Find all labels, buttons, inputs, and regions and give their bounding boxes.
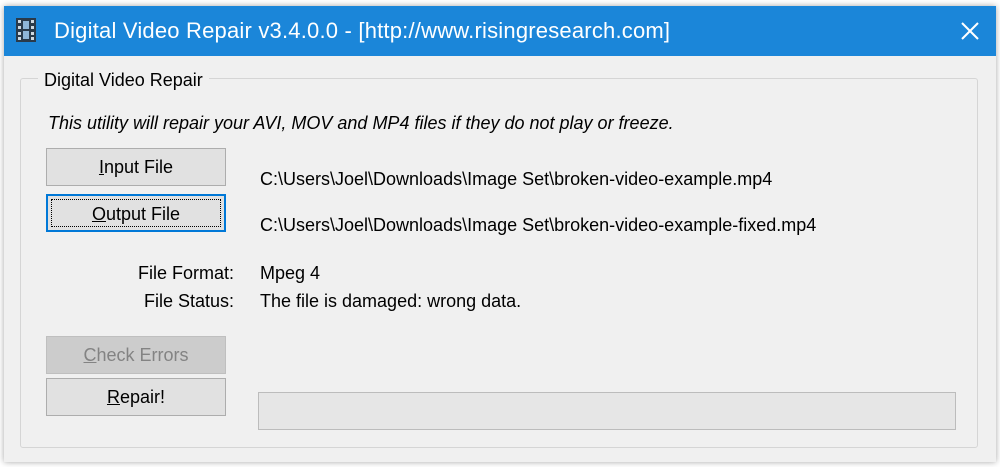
close-button[interactable] [944,6,996,56]
input-file-path: C:\Users\Joel\Downloads\Image Set\broken… [260,169,773,189]
group-title: Digital Video Repair [38,70,209,90]
button-label: epair! [119,387,166,407]
file-status-value: The file is damaged: wrong data. [260,291,522,311]
accelerator-key: R [106,387,120,407]
intro-text: This utility will repair your AVI, MOV a… [48,113,674,133]
input-file-button[interactable]: Input File [46,148,226,186]
accelerator-key: C [83,345,97,365]
window-title: Digital Video Repair v3.4.0.0 - [http://… [54,18,671,43]
file-status-label: File Status: [143,291,234,311]
repair-button[interactable]: Repair! [46,378,226,416]
button-label: nput File [103,157,174,177]
button-label: heck Errors [96,345,189,365]
app-window: Digital Video Repair v3.4.0.0 - [http://… [4,6,996,462]
film-strip-icon [16,18,36,42]
focus-ring [51,199,221,227]
output-file-path: C:\Users\Joel\Downloads\Image Set\broken… [260,215,817,235]
output-file-button[interactable]: Output File [46,194,226,232]
close-icon [961,22,979,40]
repair-progress-bar [258,392,956,430]
file-format-value: Mpeg 4 [260,263,321,283]
title-bar[interactable]: Digital Video Repair v3.4.0.0 - [http://… [4,6,996,56]
file-format-label: File Format: [137,263,234,283]
check-errors-button[interactable]: Check Errors [46,336,226,374]
